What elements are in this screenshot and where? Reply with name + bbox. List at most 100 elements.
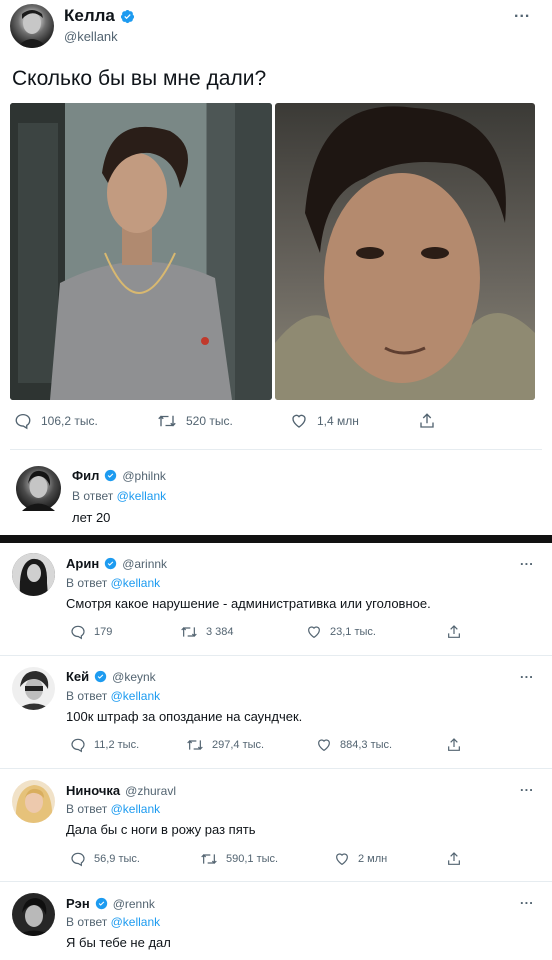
retweet-icon	[157, 412, 177, 430]
reply-avatar[interactable]	[12, 780, 55, 823]
reply-author-handle[interactable]: @philnk	[122, 469, 166, 483]
mention-link[interactable]: @kellank	[117, 489, 167, 503]
tweet-photo-right[interactable]	[275, 103, 535, 400]
like-count: 2 млн	[358, 853, 388, 865]
mention-link[interactable]: @kellank	[111, 689, 161, 703]
retweet-action[interactable]: 590,1 тыс.	[200, 851, 278, 867]
retweet-count: 590,1 тыс.	[226, 853, 279, 865]
reply-icon	[70, 737, 86, 753]
section-separator	[0, 535, 552, 543]
in-reply-prefix: В ответ	[72, 489, 114, 503]
reply-action[interactable]: 179	[70, 624, 112, 640]
like-count: 23,1 тыс.	[330, 626, 376, 638]
in-reply-to: В ответ @kellank	[72, 489, 166, 503]
more-options-icon[interactable]: ...	[514, 4, 530, 22]
in-reply-to: В ответ @kellank	[66, 915, 160, 929]
retweet-count: 297,4 тыс.	[212, 739, 265, 751]
author-handle[interactable]: @kellank	[64, 29, 118, 44]
verified-badge-icon	[120, 9, 135, 24]
verified-badge-icon	[104, 469, 117, 482]
reply-action[interactable]: 56,9 тыс.	[70, 851, 140, 867]
reply-avatar[interactable]	[16, 466, 61, 511]
reply-count: 179	[94, 626, 113, 638]
reply-action[interactable]: 11,2 тыс.	[70, 737, 139, 753]
reply-text: 100к штраф за опоздание на саундчек.	[66, 709, 303, 724]
in-reply-prefix: В ответ	[66, 689, 108, 703]
more-options-icon[interactable]: ...	[520, 666, 534, 681]
share-action[interactable]	[418, 412, 436, 430]
tweet-text: Сколько бы вы мне дали?	[12, 67, 267, 90]
reply-name-row: Кей @keynk	[66, 669, 156, 684]
like-action[interactable]: 884,3 тыс.	[316, 737, 392, 753]
reply-author-name[interactable]: Ниночка	[66, 783, 120, 798]
share-action[interactable]	[446, 624, 462, 640]
author-avatar[interactable]	[10, 4, 54, 48]
author-name[interactable]: Келла	[64, 6, 115, 26]
retweet-count: 3 384	[206, 626, 234, 638]
in-reply-prefix: В ответ	[66, 576, 108, 590]
share-action[interactable]	[446, 851, 462, 867]
reply-actions: 179 3 384 23,1 тыс.	[0, 624, 552, 642]
reply-icon	[14, 412, 32, 430]
reply-avatar[interactable]	[12, 553, 55, 596]
share-icon	[446, 624, 462, 640]
reply-text: Дала бы с ноги в рожу раз пять	[66, 822, 256, 837]
divider	[10, 449, 542, 450]
divider	[0, 768, 552, 769]
reply-actions: 56,9 тыс. 590,1 тыс. 2 млн	[0, 851, 552, 869]
reply-author-handle[interactable]: @rennk	[113, 897, 155, 911]
reply-author-name[interactable]: Арин	[66, 556, 99, 571]
reply-avatar[interactable]	[12, 893, 55, 936]
tweet-photo-left[interactable]	[10, 103, 272, 400]
reply-text: Я бы тебе не дал	[66, 935, 171, 950]
reply-author-handle[interactable]: @keynk	[112, 670, 156, 684]
more-options-icon[interactable]: ...	[520, 553, 534, 568]
more-options-icon[interactable]: ...	[520, 779, 534, 794]
tweet-actions: 106,2 тыс. 520 тыс. 1,4 млн	[0, 412, 552, 436]
reply-icon	[70, 624, 86, 640]
share-action[interactable]	[446, 737, 462, 753]
retweet-action[interactable]: 3 384	[180, 624, 234, 640]
retweet-icon	[180, 624, 198, 640]
heart-icon	[290, 412, 308, 430]
reply-text: лет 20	[72, 510, 111, 525]
share-icon	[418, 412, 436, 430]
mention-link[interactable]: @kellank	[111, 576, 161, 590]
heart-icon	[316, 737, 332, 753]
heart-icon	[306, 624, 322, 640]
retweet-icon	[200, 851, 218, 867]
reply-author-name[interactable]: Рэн	[66, 896, 90, 911]
verified-badge-icon	[95, 897, 108, 910]
reply-author-handle[interactable]: @arinnk	[122, 557, 167, 571]
in-reply-prefix: В ответ	[66, 802, 108, 816]
share-icon	[446, 851, 462, 867]
reply-name-row: Фил @philnk	[72, 468, 166, 483]
like-action[interactable]: 1,4 млн	[290, 412, 359, 430]
divider	[0, 881, 552, 882]
retweet-count: 520 тыс.	[186, 414, 233, 428]
verified-badge-icon	[94, 670, 107, 683]
reply-actions: 11,2 тыс. 297,4 тыс. 884,3 тыс.	[0, 737, 552, 755]
like-action[interactable]: 23,1 тыс.	[306, 624, 376, 640]
reply-name-row: Ниночка @zhuravl	[66, 783, 176, 798]
mention-link[interactable]: @kellank	[111, 802, 161, 816]
mention-link[interactable]: @kellank	[111, 915, 161, 929]
reply-icon	[70, 851, 86, 867]
in-reply-to: В ответ @kellank	[66, 802, 160, 816]
reply-author-name[interactable]: Кей	[66, 669, 89, 684]
retweet-action[interactable]: 520 тыс.	[157, 412, 233, 430]
verified-badge-icon	[104, 557, 117, 570]
reply-count: 11,2 тыс.	[94, 739, 140, 751]
reply-author-handle[interactable]: @zhuravl	[125, 784, 176, 798]
reply-author-name[interactable]: Фил	[72, 468, 99, 483]
main-tweet: Келла @kellank ... Сколько бы вы мне дал…	[0, 0, 552, 535]
more-options-icon[interactable]: ...	[520, 892, 534, 907]
like-action[interactable]: 2 млн	[334, 851, 387, 867]
author-name-row: Келла	[64, 6, 135, 26]
like-count: 1,4 млн	[317, 414, 359, 428]
reply-avatar[interactable]	[12, 667, 55, 710]
share-icon	[446, 737, 462, 753]
retweet-action[interactable]: 297,4 тыс.	[186, 737, 264, 753]
reply-action[interactable]: 106,2 тыс.	[14, 412, 98, 430]
in-reply-to: В ответ @kellank	[66, 689, 160, 703]
